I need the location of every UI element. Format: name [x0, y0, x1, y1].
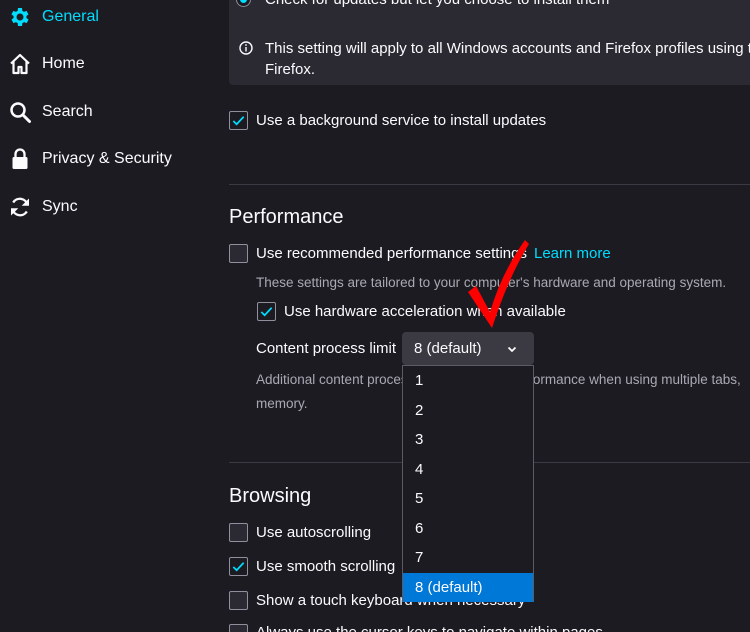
sidebar-item-home[interactable]: Home — [8, 47, 208, 81]
lock-icon — [12, 148, 28, 169]
content-process-limit-label: Content process limit — [256, 340, 397, 357]
sidebar-item-label: Search — [42, 103, 93, 120]
content-process-limit-dropdown: 1 2 3 4 5 6 7 8 (default) — [402, 365, 534, 602]
dropdown-option[interactable]: 1 — [403, 366, 533, 395]
sidebar-item-general[interactable]: General — [8, 0, 208, 34]
hardware-acceleration-checkbox[interactable] — [257, 302, 276, 321]
annotation-checkmark-icon — [468, 240, 529, 328]
dropdown-option[interactable]: 4 — [403, 455, 533, 484]
sidebar-item-privacy[interactable]: Privacy & Security — [8, 142, 208, 176]
info-icon — [239, 41, 253, 55]
dropdown-option-selected[interactable]: 8 (default) — [403, 572, 533, 602]
info-text-line2: Firefox. — [265, 61, 316, 78]
recommended-settings-checkbox[interactable] — [229, 244, 248, 263]
browsing-heading: Browsing — [229, 485, 312, 507]
dropdown-option[interactable]: 7 — [403, 543, 533, 572]
autoscrolling-label: Use autoscrolling — [256, 524, 372, 541]
checkmark-icon — [260, 307, 273, 317]
performance-heading: Performance — [229, 206, 344, 228]
content-process-limit-select[interactable]: 8 (default) — [402, 332, 534, 365]
sidebar-item-label: Privacy & Security — [42, 150, 172, 167]
sidebar-item-label: Sync — [42, 198, 78, 215]
background-service-checkbox[interactable] — [229, 111, 248, 130]
checkmark-icon — [232, 562, 245, 572]
additional-processes-description-line2: memory. — [256, 396, 308, 411]
dropdown-option[interactable]: 5 — [403, 484, 533, 513]
section-divider — [229, 184, 750, 185]
dropdown-option[interactable]: 6 — [403, 514, 533, 543]
update-radio-label: Check for updates but let you choose to … — [265, 0, 609, 8]
cursor-keys-checkbox[interactable] — [229, 624, 248, 632]
info-text-line1: This setting will apply to all Windows a… — [265, 40, 750, 57]
chevron-down-icon — [507, 346, 517, 353]
background-service-label: Use a background service to install upda… — [256, 112, 547, 129]
sync-icon — [11, 197, 29, 217]
sidebar-item-label: Home — [42, 55, 85, 72]
smooth-scrolling-label: Use smooth scrolling — [256, 558, 396, 575]
dropdown-option[interactable]: 2 — [403, 396, 533, 425]
touch-keyboard-checkbox[interactable] — [229, 591, 248, 610]
home-icon — [10, 53, 30, 75]
dropdown-option[interactable]: 3 — [403, 425, 533, 454]
autoscrolling-checkbox[interactable] — [229, 523, 248, 542]
select-value: 8 (default) — [414, 340, 482, 357]
sidebar-item-search[interactable]: Search — [8, 95, 208, 129]
learn-more-link[interactable]: Learn more — [534, 245, 611, 262]
gear-icon — [11, 8, 29, 26]
search-icon — [10, 102, 31, 123]
checkmark-icon — [232, 116, 245, 126]
sidebar-item-sync[interactable]: Sync — [8, 190, 208, 224]
cursor-keys-label: Always use the cursor keys to navigate w… — [256, 624, 603, 632]
sidebar-item-label: General — [42, 8, 99, 25]
smooth-scrolling-checkbox[interactable] — [229, 557, 248, 576]
